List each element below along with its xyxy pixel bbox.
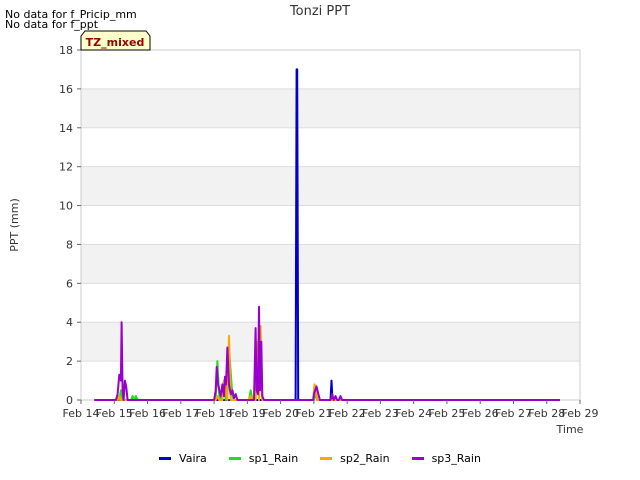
legend-swatch xyxy=(228,457,241,460)
x-axis: Feb 14Feb 15Feb 16Feb 17Feb 18Feb 19Feb … xyxy=(63,400,599,420)
y-tick-label: 0 xyxy=(66,394,73,407)
x-tick-label: Feb 18 xyxy=(196,407,233,420)
y-tick-label: 14 xyxy=(59,122,73,135)
y-axis-label: PPT (mm) xyxy=(8,198,21,252)
plot-band xyxy=(81,127,580,167)
x-tick-label: Feb 28 xyxy=(528,407,565,420)
y-tick-label: 18 xyxy=(59,44,73,57)
y-tick-label: 2 xyxy=(66,355,73,368)
plot-band xyxy=(81,322,580,362)
legend-swatch xyxy=(411,457,424,460)
legend-item-vaira: Vaira xyxy=(159,452,207,465)
y-tick-label: 10 xyxy=(59,200,73,213)
y-axis: 0 2 4 6 8 10 12 14 16 18 xyxy=(59,44,81,407)
plot-band xyxy=(81,50,580,89)
tz-mixed-badge: TZ_mixed xyxy=(80,30,151,51)
plot-background xyxy=(81,50,580,400)
plot-band xyxy=(81,283,580,323)
plot-band xyxy=(81,88,580,128)
legend-swatch xyxy=(320,457,333,460)
x-tick-label: Feb 26 xyxy=(462,407,499,420)
x-tick-label: Feb 15 xyxy=(96,407,133,420)
legend-item-sp1-rain: sp1_Rain xyxy=(228,452,299,465)
legend-label: sp3_Rain xyxy=(431,452,481,465)
x-tick-label: Feb 22 xyxy=(329,407,366,420)
y-tick-label: 8 xyxy=(66,238,73,251)
chart: 0 2 4 6 8 10 12 14 16 18 Feb 14Feb 15Feb 16Feb 17… xyxy=(8,4,599,436)
y-tick-label: 4 xyxy=(66,316,73,329)
y-tick-label: 16 xyxy=(59,83,73,96)
x-tick-label: Feb 29 xyxy=(562,407,599,420)
x-tick-label: Feb 16 xyxy=(129,407,166,420)
legend-item-sp3-rain: sp3_Rain xyxy=(411,452,481,465)
legend-label: Vaira xyxy=(179,452,207,465)
x-tick-label: Feb 24 xyxy=(395,407,432,420)
x-tick-label: Feb 17 xyxy=(162,407,199,420)
legend-item-sp2-rain: sp2_Rain xyxy=(320,452,390,465)
chart-title: Tonzi PPT xyxy=(289,4,350,19)
legend-label: sp1_Rain xyxy=(248,452,299,465)
plot-band xyxy=(81,244,580,284)
x-tick-label: Feb 19 xyxy=(229,407,266,420)
plot-band xyxy=(81,205,580,245)
y-tick-label: 6 xyxy=(66,277,73,290)
x-tick-label: Feb 27 xyxy=(495,407,532,420)
x-tick-label: Feb 25 xyxy=(428,407,465,420)
legend-swatch xyxy=(159,457,172,460)
x-tick-label: Feb 23 xyxy=(362,407,399,420)
legend: Vaira sp1_Rain sp2_Rain sp3_Rain xyxy=(0,452,640,465)
x-tick-label: Feb 21 xyxy=(295,407,332,420)
x-axis-label: Time xyxy=(556,423,584,436)
plot-band xyxy=(81,166,580,206)
x-tick-label: Feb 20 xyxy=(262,407,299,420)
legend-label: sp2_Rain xyxy=(340,452,390,465)
x-tick-label: Feb 14 xyxy=(63,407,100,420)
y-tick-label: 12 xyxy=(59,161,73,174)
badge-label: TZ_mixed xyxy=(86,36,145,49)
